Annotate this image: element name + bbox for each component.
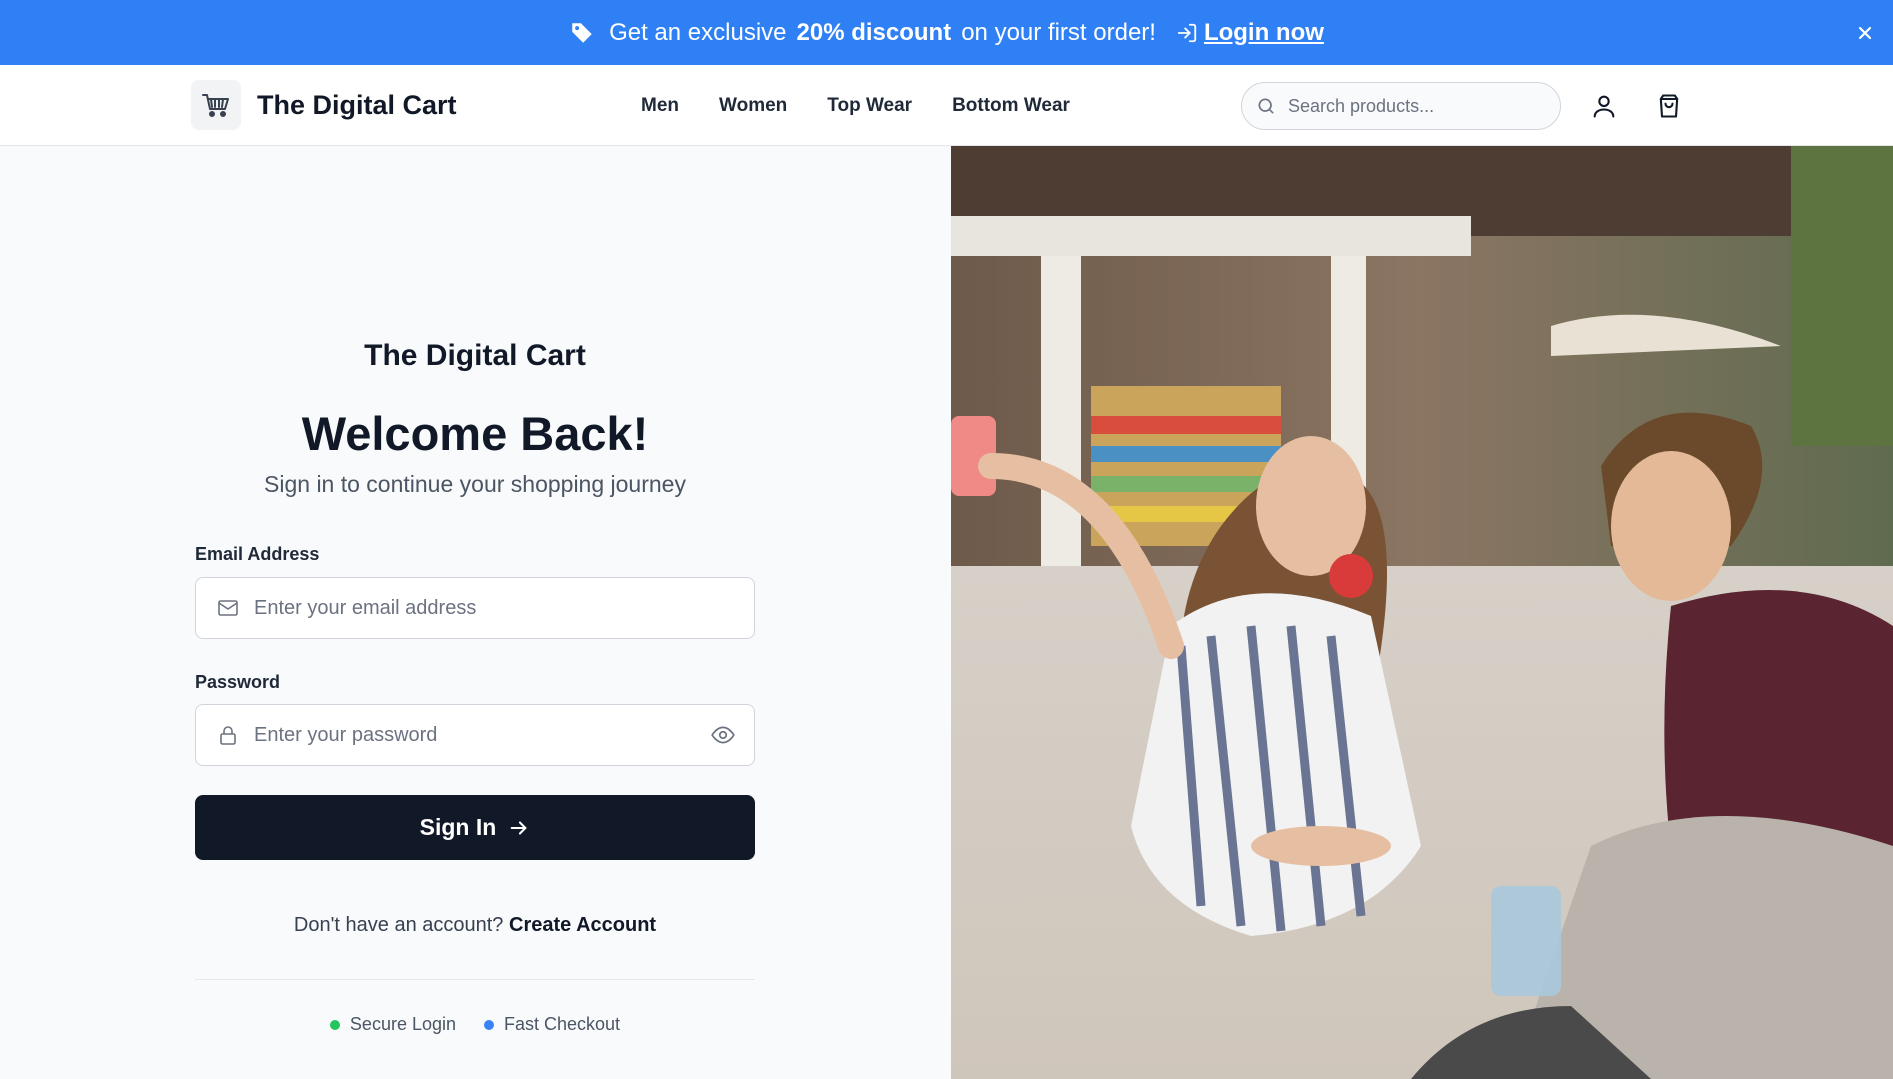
page-subtitle: Sign in to continue your shopping journe…	[264, 471, 686, 497]
login-panel: The Digital Cart Welcome Back! Sign in t…	[0, 146, 951, 1079]
site-header: The Digital Cart Men Women Top Wear Bott…	[0, 65, 1893, 146]
shopping-cart-icon	[191, 80, 241, 130]
brand[interactable]: The Digital Cart	[191, 80, 457, 130]
promo-login-link[interactable]: Login now	[1176, 19, 1324, 47]
email-label: Email Address	[195, 544, 320, 564]
badge-fast-checkout: Fast Checkout	[484, 1014, 620, 1035]
promo-highlight: 20% discount	[796, 18, 952, 46]
badge-label: Secure Login	[349, 1014, 456, 1034]
login-icon	[1177, 23, 1197, 42]
lock-icon	[220, 726, 236, 745]
sign-in-button[interactable]: Sign In	[195, 795, 755, 860]
password-field[interactable]	[254, 723, 710, 747]
promo-login-label: Login now	[1203, 18, 1324, 46]
badge-label: Fast Checkout	[504, 1014, 621, 1034]
search-input[interactable]	[1288, 95, 1538, 117]
search-icon	[1258, 98, 1274, 114]
promo-lead: Get an exclusive	[609, 18, 787, 46]
tag-icon	[569, 20, 595, 46]
trust-badges: Secure Login Fast Checkout	[195, 1014, 755, 1035]
badge-secure-login: Secure Login	[329, 1014, 456, 1035]
close-icon[interactable]	[1855, 22, 1875, 42]
nav-item-bottom-wear[interactable]: Bottom Wear	[952, 95, 1070, 117]
hero-photo	[951, 146, 1893, 1079]
promo-banner: Get an exclusive 20% discount on your fi…	[0, 0, 1893, 65]
shopping-bag-icon[interactable]	[1655, 92, 1683, 120]
no-account-text: Don't have an account?	[293, 914, 504, 936]
brand-name: The Digital Cart	[257, 89, 457, 120]
arrow-right-icon	[510, 820, 527, 835]
green-dot-icon	[329, 1019, 340, 1030]
email-field[interactable]	[254, 596, 754, 620]
password-label: Password	[195, 672, 281, 692]
blue-dot-icon	[484, 1019, 494, 1030]
beach-selfie-image	[951, 146, 1893, 1079]
search-box[interactable]	[1241, 82, 1561, 130]
create-account-link[interactable]: Create Account	[509, 914, 656, 936]
main-nav: Men Women Top Wear Bottom Wear	[641, 65, 1070, 146]
nav-item-men[interactable]: Men	[641, 95, 679, 117]
promo-trail: on your first order!	[961, 18, 1156, 46]
email-field-box[interactable]	[195, 577, 755, 639]
form-brand: The Digital Cart	[364, 339, 586, 372]
user-icon[interactable]	[1590, 92, 1618, 120]
page-title: Welcome Back!	[301, 407, 649, 460]
sign-in-label: Sign In	[419, 814, 497, 840]
eye-icon[interactable]	[710, 722, 736, 748]
mail-icon	[218, 600, 238, 616]
nav-item-women[interactable]: Women	[719, 95, 787, 117]
nav-item-top-wear[interactable]: Top Wear	[827, 95, 912, 117]
password-field-box[interactable]	[195, 704, 755, 766]
divider	[195, 979, 755, 980]
create-account-prompt: Don't have an account? Create Account	[195, 914, 755, 937]
